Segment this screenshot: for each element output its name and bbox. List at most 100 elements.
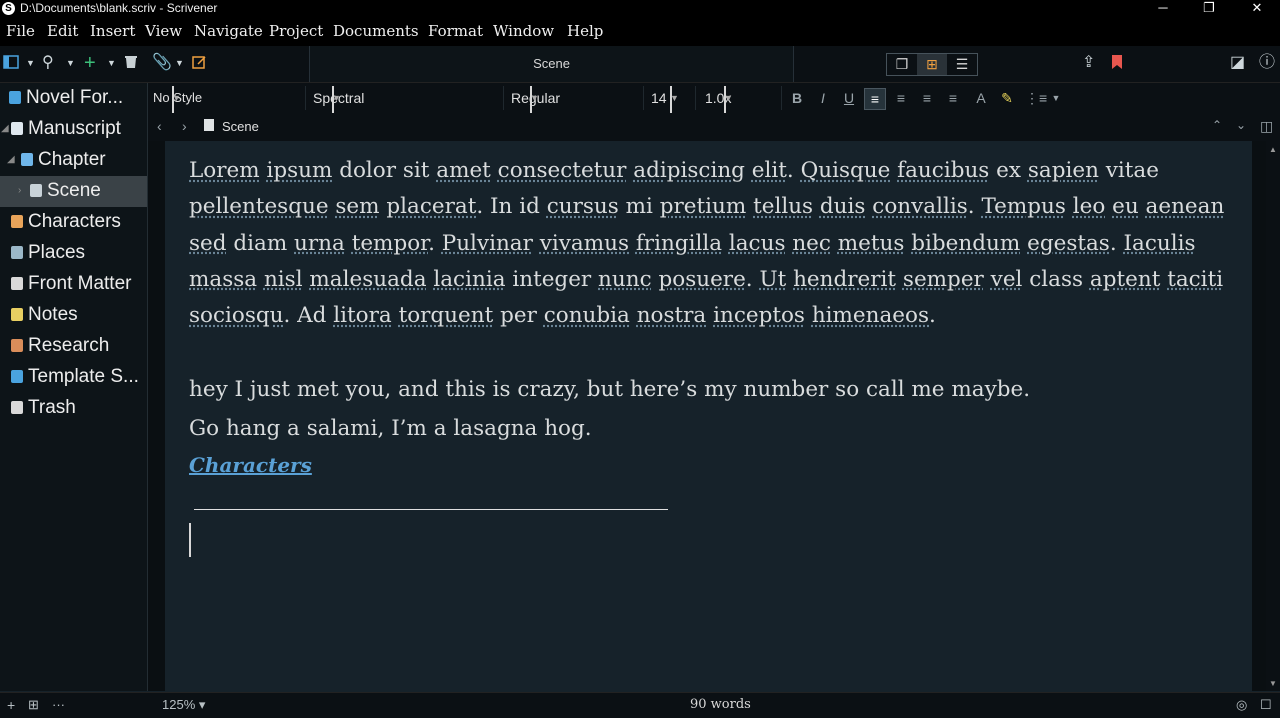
add-icon[interactable]: +	[84, 53, 96, 73]
bookmark-icon[interactable]	[1110, 54, 1124, 75]
scroll-down-icon[interactable]: ▼	[1266, 679, 1280, 688]
editor-scrollbar[interactable]: ▲ ▼	[1266, 141, 1280, 691]
word-count: 90 words	[690, 697, 751, 712]
menu-format[interactable]: Format	[428, 22, 483, 40]
comment-icon[interactable]: ☐	[1260, 697, 1272, 713]
inspector-icon[interactable]: ◪	[1230, 54, 1245, 72]
spellcheck-word: duis	[819, 194, 866, 220]
menu-project[interactable]: Project	[269, 22, 323, 40]
spellcheck-word: inceptos	[713, 303, 805, 329]
bold-button[interactable]: B	[787, 88, 807, 108]
italic-button[interactable]: I	[813, 88, 833, 108]
title-bar: S D:\Documents\blank.scriv - Scrivener ─…	[0, 0, 1280, 18]
menu-documents[interactable]: Documents	[333, 22, 419, 40]
binder-item-novel-format[interactable]: Novel For...	[0, 83, 147, 114]
menu-edit[interactable]: Edit	[47, 22, 78, 40]
trash-icon[interactable]	[123, 54, 139, 75]
binder-item-manuscript[interactable]: ◢ Manuscript	[0, 114, 147, 145]
corkboard-view-icon[interactable]: ⊞	[917, 54, 947, 75]
spellcheck-word: bibendum	[911, 230, 1021, 256]
binder-item-scene[interactable]: › Scene	[0, 176, 147, 207]
text-run	[392, 303, 399, 328]
scrivenings-view-icon[interactable]: ❐	[887, 54, 917, 75]
binder-item-chapter[interactable]: ◢ Chapter	[0, 145, 147, 176]
binder-item-template-sheets[interactable]: Template S...	[0, 362, 147, 393]
add-item-icon[interactable]: +	[7, 697, 15, 713]
chevron-down-icon[interactable]: ▼	[1046, 88, 1066, 108]
text-run	[896, 267, 903, 292]
spellcheck-word: himenaeos	[811, 303, 930, 329]
binder-item-notes[interactable]: Notes	[0, 300, 147, 331]
text-editor[interactable]: Lorem ipsum dolor sit amet consectetur a…	[165, 141, 1252, 691]
binder-item-trash[interactable]: Trash	[0, 393, 147, 424]
spellcheck-word: tempor	[351, 230, 429, 256]
text-run	[533, 231, 540, 256]
align-left-button[interactable]: ≡	[864, 88, 886, 110]
binder-item-research[interactable]: Research	[0, 331, 147, 362]
editor-paragraph[interactable]: Lorem ipsum dolor sit amet consectetur a…	[189, 153, 1239, 334]
text-run: .	[786, 158, 801, 183]
menu-view[interactable]: View	[145, 22, 182, 40]
text-color-icon[interactable]: A	[971, 88, 991, 108]
compile-share-icon[interactable]: ⇪	[1082, 54, 1095, 72]
align-justify-button[interactable]: ≡	[917, 88, 937, 108]
spellcheck-word: aptent	[1089, 266, 1161, 292]
font-weight-select[interactable]: Regular ▼	[506, 86, 644, 120]
target-icon[interactable]: ◎	[1236, 697, 1247, 713]
new-folder-icon[interactable]: ⊞	[28, 697, 39, 713]
text-run	[805, 303, 812, 328]
spellcheck-word: Tempus	[981, 194, 1066, 220]
chevron-down-icon[interactable]: ▼	[107, 54, 116, 72]
font-size-select[interactable]: 14 ▼	[646, 86, 696, 120]
editor-line[interactable]: Go hang a salami, I’m a lasagna hog.	[189, 416, 592, 441]
highlight-icon[interactable]: ✎	[997, 88, 1017, 108]
chevron-down-icon[interactable]: ▼	[175, 54, 184, 72]
text-run: . In id	[476, 194, 547, 220]
document-link[interactable]: Characters	[189, 453, 312, 477]
menu-window[interactable]: Window	[493, 22, 554, 40]
binder-item-characters[interactable]: Characters	[0, 207, 147, 238]
menu-insert[interactable]: Insert	[90, 22, 135, 40]
chevron-down-icon[interactable]: ▼	[26, 54, 35, 72]
expand-icon[interactable]: ◢	[7, 145, 15, 174]
paperclip-icon[interactable]: 📎	[152, 54, 172, 72]
align-right-button[interactable]: ≡	[943, 88, 963, 108]
list-icon[interactable]: ⋮≡	[1025, 88, 1047, 108]
text-run: class	[1022, 266, 1090, 292]
paragraph-style-select[interactable]: No Style ▼	[148, 86, 306, 120]
minimize-button[interactable]: ─	[1148, 0, 1178, 18]
restore-button[interactable]: ❐	[1194, 0, 1224, 18]
inspector-info-icon[interactable]: ⓘ	[1259, 54, 1275, 72]
chevron-up-icon[interactable]: ⌃	[1212, 118, 1222, 132]
binder-toggle-icon[interactable]	[3, 54, 19, 75]
back-arrow-icon[interactable]: ‹	[157, 118, 162, 134]
split-editor-icon[interactable]: ◫	[1260, 118, 1273, 135]
menu-file[interactable]: File	[6, 22, 35, 40]
menu-help[interactable]: Help	[567, 22, 603, 40]
align-center-button[interactable]: ≡	[891, 88, 911, 108]
chevron-down-icon[interactable]: ▼	[66, 54, 75, 72]
view-mode-segmented-control: ❐ ⊞ ☰	[886, 53, 978, 76]
spellcheck-word: egestas	[1027, 230, 1110, 256]
scroll-up-icon[interactable]: ▲	[1266, 145, 1280, 154]
menu-navigate[interactable]: Navigate	[194, 22, 263, 40]
quick-reference-icon[interactable]	[191, 54, 207, 75]
close-button[interactable]: ✕	[1242, 0, 1272, 18]
chevron-down-icon[interactable]: ⌄	[1236, 118, 1246, 132]
text-run	[1066, 194, 1073, 219]
outliner-view-icon[interactable]: ☰	[947, 54, 977, 75]
chevron-right-icon[interactable]: ›	[18, 176, 21, 205]
expand-icon[interactable]: ◢	[1, 114, 9, 143]
editor-line[interactable]: hey I just met you, and this is crazy, b…	[189, 377, 1030, 402]
forward-arrow-icon[interactable]: ›	[182, 118, 187, 134]
search-icon[interactable]: ⚲	[42, 54, 54, 72]
text-run: .	[967, 194, 982, 220]
line-spacing-select[interactable]: 1.0x ▼	[700, 86, 782, 120]
more-options-icon[interactable]: ···	[52, 697, 65, 712]
zoom-select[interactable]: 125% ▾	[162, 697, 205, 713]
binder-item-front-matter[interactable]: Front Matter	[0, 269, 147, 300]
header-document-title[interactable]: Scene	[222, 119, 259, 134]
binder-item-places[interactable]: Places	[0, 238, 147, 269]
font-family-select[interactable]: Spectral ▼	[308, 86, 504, 120]
underline-button[interactable]: U	[839, 88, 859, 108]
